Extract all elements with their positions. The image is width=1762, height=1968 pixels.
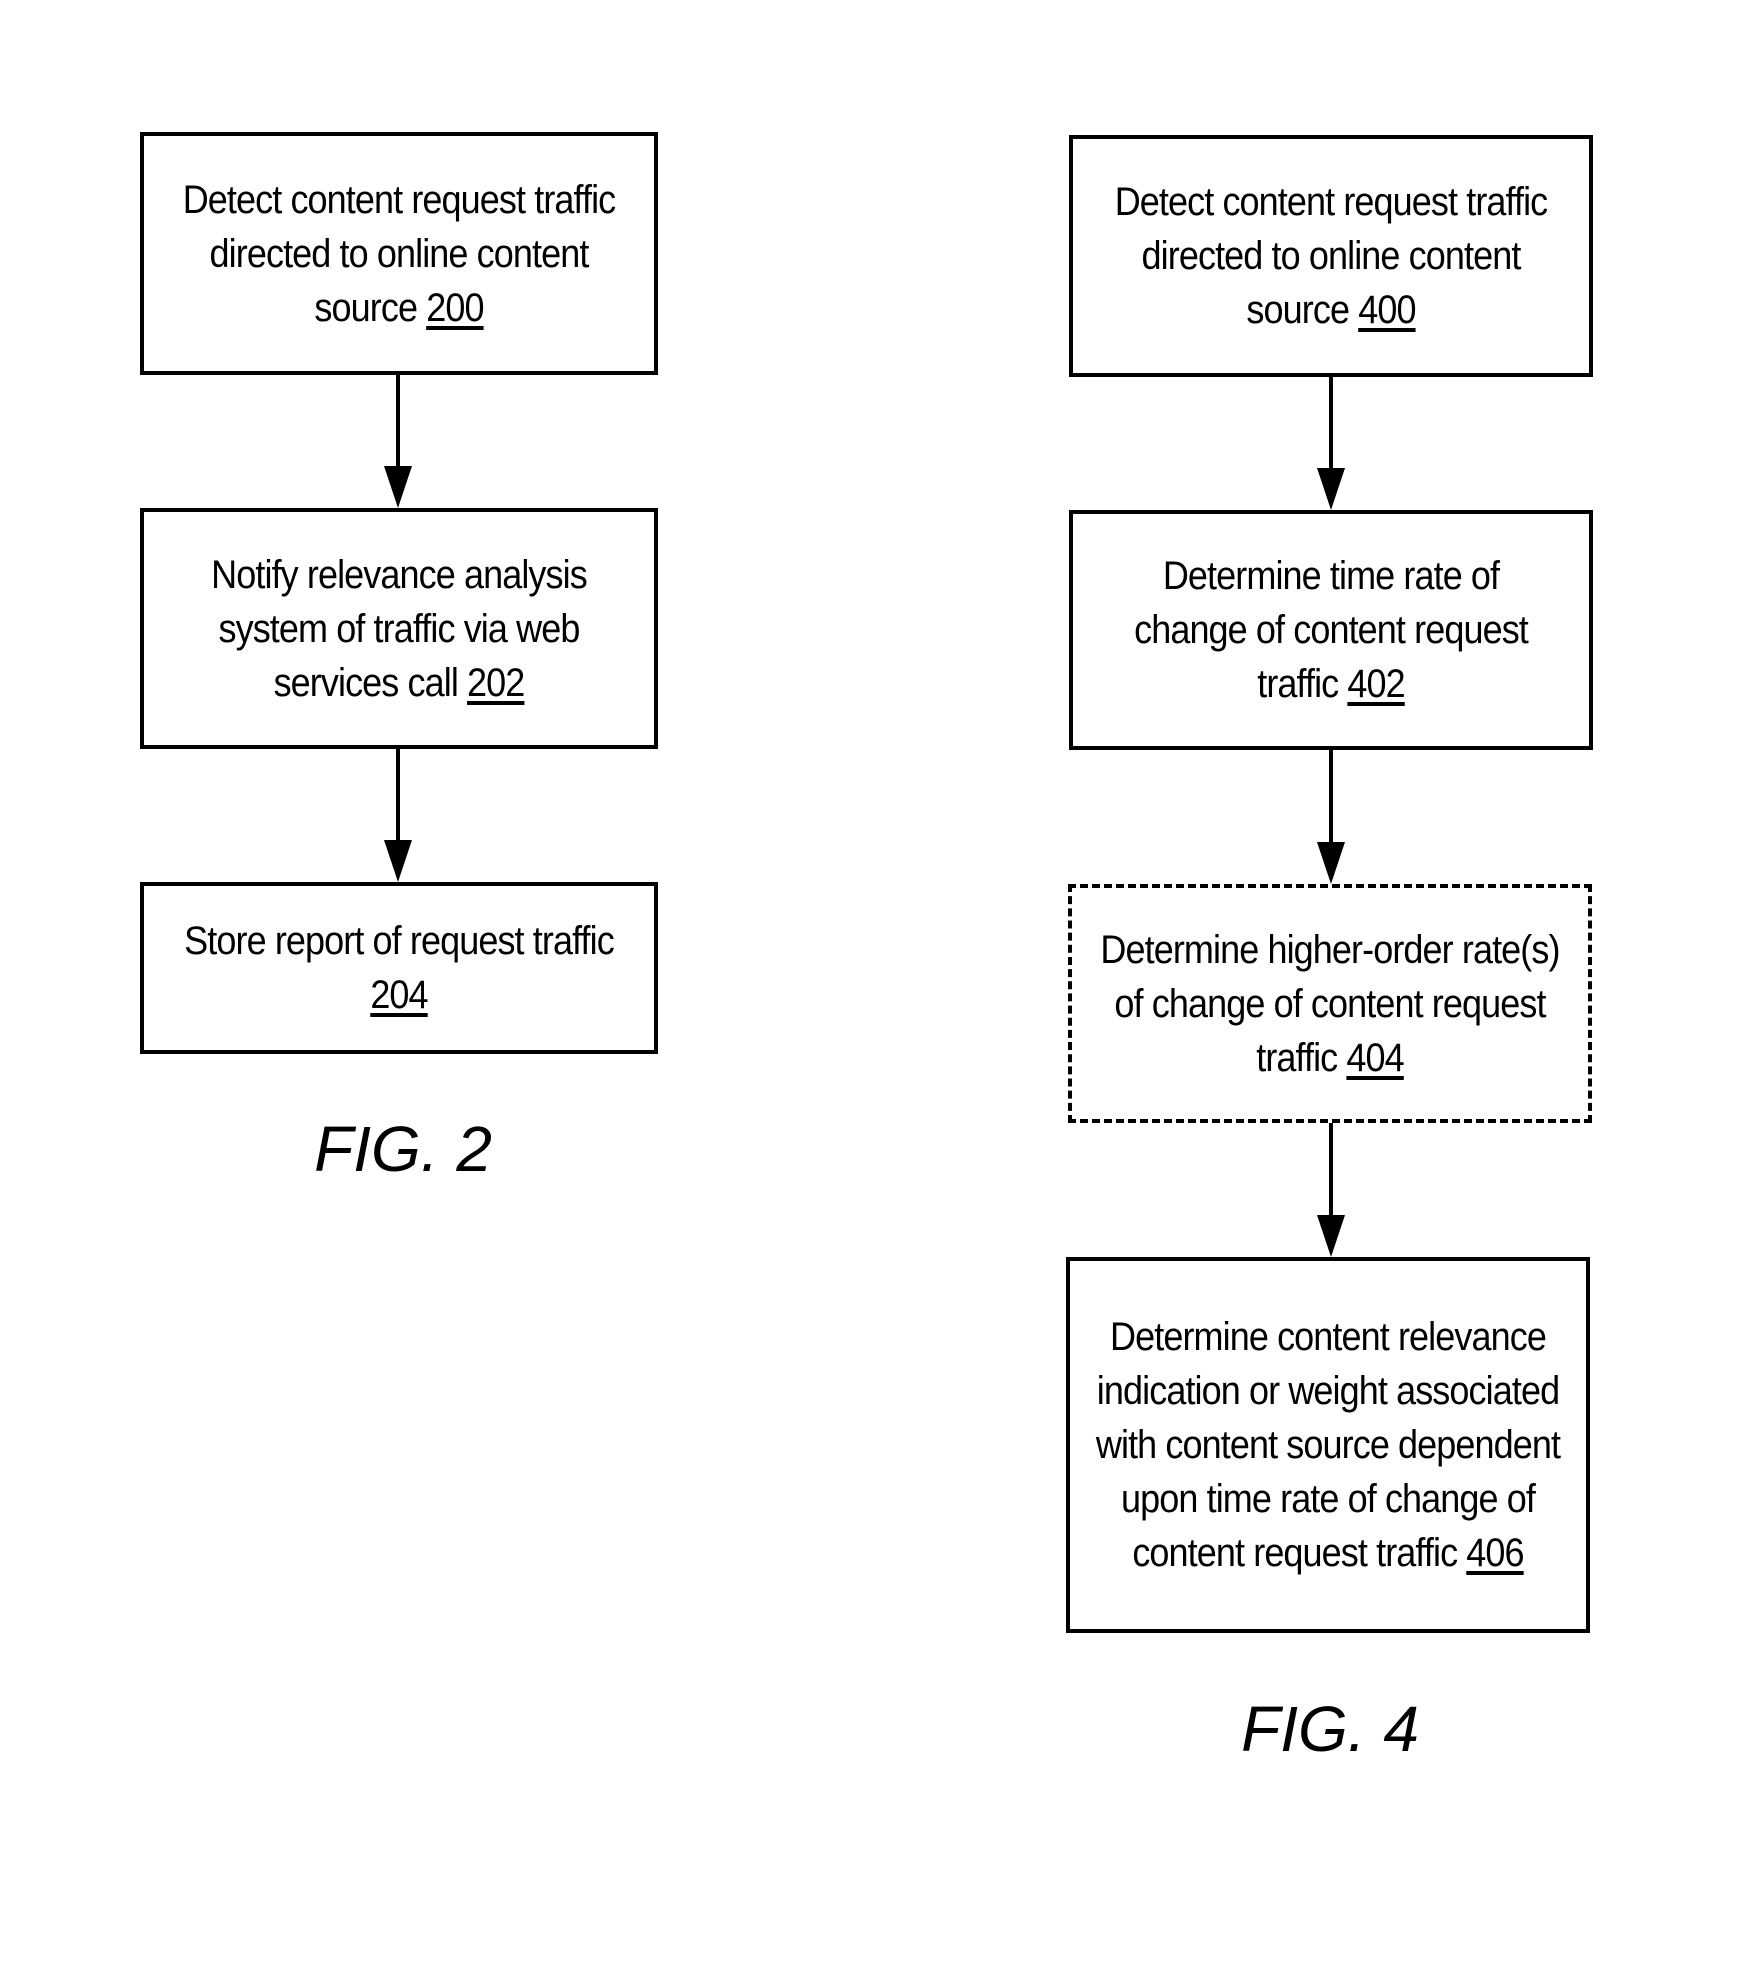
arrow-404-to-406 [1317, 1123, 1345, 1257]
connector-arrows [384, 375, 1345, 1257]
arrow-402-to-404 [1317, 750, 1345, 884]
arrow-200-to-202 [384, 375, 412, 508]
arrow-400-to-402 [1317, 377, 1345, 510]
arrow-202-to-204 [384, 749, 412, 882]
